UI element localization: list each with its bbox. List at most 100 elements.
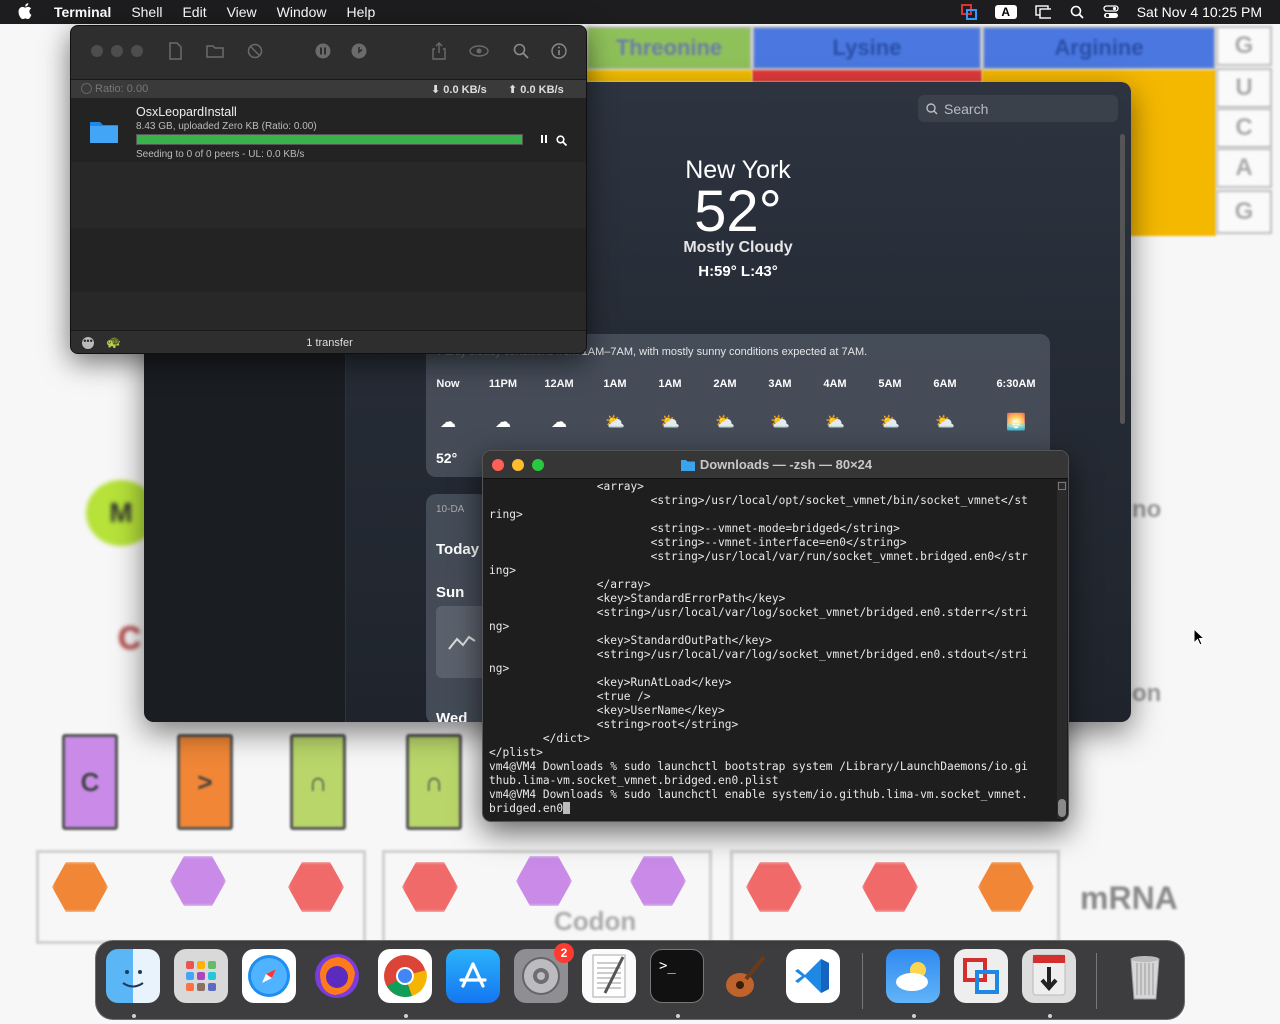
weather-hour-icon: ☁ <box>440 414 456 431</box>
folder-icon[interactable] <box>205 41 225 61</box>
parallels-icon[interactable] <box>954 949 1008 1003</box>
hour-label: 3AM <box>768 378 792 390</box>
search-icon <box>926 102 938 115</box>
minimize-button[interactable] <box>111 45 123 57</box>
weather-icon[interactable] <box>886 949 940 1003</box>
menu-view[interactable]: View <box>217 4 267 20</box>
menu-shell[interactable]: Shell <box>121 4 172 20</box>
weather-search-field[interactable]: Search <box>918 95 1118 122</box>
menubar-clock[interactable]: Sat Nov 4 10:25 PM <box>1137 4 1262 20</box>
empty-row <box>71 228 586 292</box>
weather-hour-icon: ☁ <box>551 414 567 431</box>
terminal-line: </dict> <box>489 732 591 745</box>
remove-icon[interactable] <box>245 41 265 61</box>
pause-icon[interactable] <box>541 135 547 143</box>
weather-condition: Mostly Cloudy <box>683 239 793 256</box>
weather-hour-icon: ⛅ <box>715 414 735 431</box>
scroll-split-icon[interactable] <box>1058 482 1066 490</box>
terminal-line: <key>StandardOutPath</key> <box>489 634 772 647</box>
notification-badge: 2 <box>554 943 574 963</box>
menu-help[interactable]: Help <box>336 4 385 20</box>
control-center-icon[interactable] <box>1103 5 1119 19</box>
base-cell: G <box>1216 190 1272 234</box>
terminal-line: <string>--vmnet-interface=en0</string> <box>489 536 907 549</box>
terminal-icon[interactable]: >_ <box>650 949 704 1003</box>
minimize-button[interactable] <box>512 459 524 471</box>
terminal-output[interactable]: <array> <string>/usr/local/opt/socket_vm… <box>489 480 1055 820</box>
settings-icon[interactable]: 2 <box>514 943 574 1003</box>
chrome-icon[interactable] <box>378 949 432 1003</box>
chart-icon <box>436 606 488 678</box>
textedit-icon[interactable] <box>582 949 636 1003</box>
zoom-button[interactable] <box>532 459 544 471</box>
trash-icon[interactable] <box>1118 949 1172 1003</box>
safari-icon[interactable] <box>242 949 296 1003</box>
open-torrent-icon[interactable] <box>165 41 185 61</box>
parallels-status-icon[interactable] <box>960 4 977 20</box>
share-icon[interactable] <box>429 41 449 61</box>
base-letter: A <box>1235 154 1253 181</box>
torrent-row[interactable]: OsxLeopardInstall 8.43 GB, uploaded Zero… <box>71 98 586 162</box>
launchpad-icon[interactable] <box>174 949 228 1003</box>
amino-red-strip <box>752 70 982 82</box>
trna-green: ∩ <box>290 734 346 830</box>
pause-all-icon[interactable] <box>313 41 333 61</box>
hour-label: 12AM <box>544 378 574 390</box>
base-letter: U <box>1235 74 1253 101</box>
empty-row <box>71 292 586 330</box>
transfer-count: 1 transfer <box>306 337 353 349</box>
terminal-line: thub.lima-vm.socket_vmnet.bridged.en0.pl… <box>489 774 779 787</box>
filter-search-icon[interactable] <box>511 41 531 61</box>
trna-green: ∩ <box>406 734 462 830</box>
menu-window[interactable]: Window <box>267 4 337 20</box>
vscode-icon[interactable] <box>786 949 840 1003</box>
hourly-summary-visible: 1AM–7AM, with mostly sunny conditions ex… <box>581 346 868 358</box>
weather-scrollbar[interactable] <box>1120 134 1125 424</box>
finder-icon[interactable] <box>106 949 160 1003</box>
inspector-icon[interactable] <box>549 41 569 61</box>
terminal-line: vm4@VM4 Downloads % sudo launchctl boots… <box>489 760 1028 773</box>
hour-label: 6:30AM <box>996 378 1036 390</box>
menu-app-terminal[interactable]: Terminal <box>44 4 121 20</box>
weather-hour-icon: ⛅ <box>935 414 955 431</box>
menu-edit[interactable]: Edit <box>172 4 216 20</box>
terminal-line: <key>StandardErrorPath</key> <box>489 592 786 605</box>
upload-rate-value: 0.0 KB/s <box>520 84 564 96</box>
ratio-label[interactable]: Ratio: 0.00 <box>95 83 148 95</box>
close-button[interactable] <box>492 459 504 471</box>
terminal-line: <string>/usr/local/var/log/socket_vmnet/… <box>489 648 1028 661</box>
input-source-icon[interactable]: A <box>994 5 1017 19</box>
terminal-scrollbar[interactable] <box>1057 481 1067 819</box>
dock: 2 >_ <box>95 940 1185 1020</box>
spotlight-search-icon[interactable] <box>1069 5 1085 19</box>
resume-all-icon[interactable] <box>349 41 369 61</box>
trna-letter: ∩ <box>424 766 444 797</box>
screen-mirroring-icon[interactable] <box>1035 5 1051 19</box>
firefox-icon[interactable] <box>310 949 364 1003</box>
appstore-icon[interactable] <box>446 949 500 1003</box>
hour-label: 4AM <box>823 378 847 390</box>
amino-cell-lysine: Lysine <box>752 26 982 70</box>
magnifier-icon[interactable] <box>556 133 568 151</box>
close-button[interactable] <box>91 45 103 57</box>
weather-hour-icon: ⛅ <box>605 414 625 431</box>
quicklook-icon[interactable] <box>469 41 489 61</box>
terminal-line: <string>/usr/local/var/log/socket_vmnet/… <box>489 606 1028 619</box>
torrent-progress-bar <box>136 134 523 145</box>
zoom-button[interactable] <box>131 45 143 57</box>
ratio-icon[interactable] <box>81 83 92 94</box>
scrollbar-thumb[interactable] <box>1058 799 1066 817</box>
side-label: no <box>1132 496 1162 523</box>
side-label: C <box>118 620 142 656</box>
hour-label: 1AM <box>603 378 627 390</box>
apple-icon[interactable] <box>0 2 44 22</box>
weather-hour-icon: ⛅ <box>660 414 680 431</box>
terminal-line: <array> <box>489 480 644 493</box>
torrent-status: Seeding to 0 of 0 peers - UL: 0.0 KB/s <box>136 149 305 160</box>
terminal-line: <key>RunAtLoad</key> <box>489 676 732 689</box>
base-letter: G <box>1234 32 1254 59</box>
transmission-icon[interactable] <box>1022 949 1076 1003</box>
garageband-icon[interactable] <box>718 949 772 1003</box>
terminal-titlebar: Downloads — -zsh — 80×24 <box>483 451 1068 479</box>
weather-hour-icon: ⛅ <box>770 414 790 431</box>
